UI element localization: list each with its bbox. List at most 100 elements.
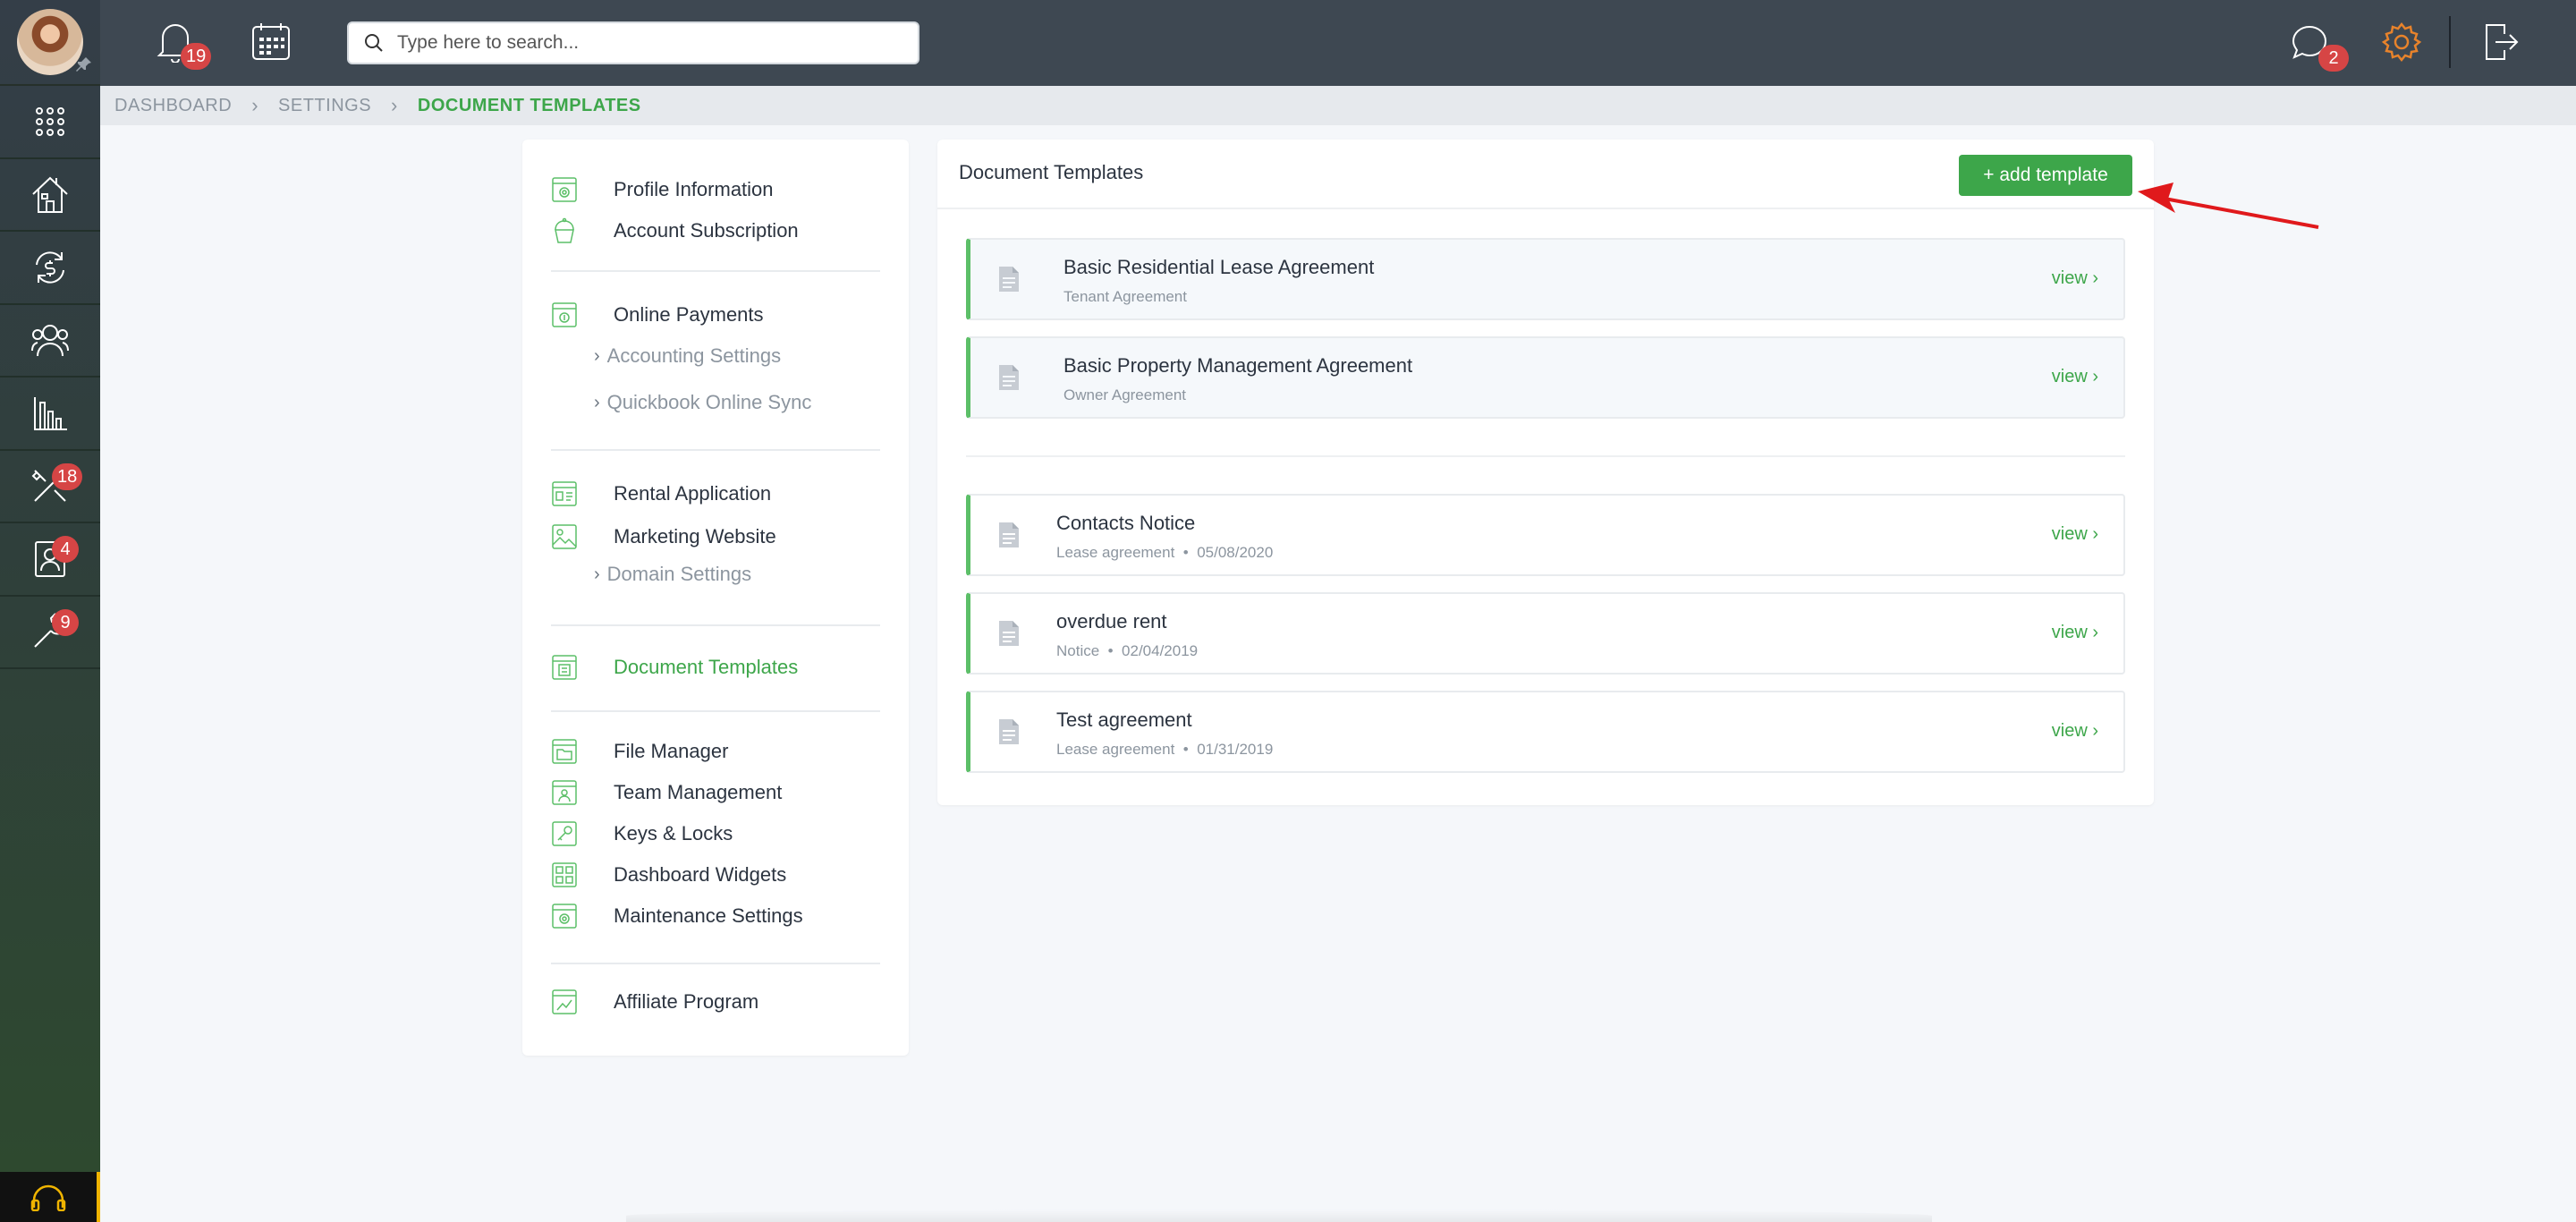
notifications-badge: 19	[181, 43, 212, 70]
affiliate-icon	[552, 989, 577, 1014]
view-link[interactable]: view ›	[2052, 367, 2098, 387]
panel-header: Document Templates + add template	[937, 140, 2154, 209]
chevron-right-icon: ›	[594, 345, 600, 366]
template-meta: Lease agreement • 05/08/2020	[1056, 544, 1274, 561]
rail-apps[interactable]	[0, 86, 100, 159]
profile-icon	[552, 177, 577, 202]
user-avatar-area[interactable]	[0, 0, 100, 86]
template-row[interactable]: Basic Residential Lease Agreement Tenant…	[966, 238, 2125, 320]
money-exchange-icon	[36, 251, 64, 284]
top-bar: 19 2	[100, 0, 2576, 86]
view-link[interactable]: view ›	[2052, 268, 2098, 289]
search-box[interactable]	[347, 21, 919, 64]
calendar-icon[interactable]	[250, 21, 292, 63]
nav-divider	[551, 449, 880, 451]
document-icon	[999, 267, 1019, 292]
nav-marketing-website[interactable]: Marketing Website	[551, 519, 776, 555]
nav-quickbook-online-sync[interactable]: › Quickbook Online Sync	[594, 386, 811, 419]
maintenance-count-badge: 18	[52, 462, 83, 490]
template-meta: Lease agreement • 01/31/2019	[1056, 741, 1274, 758]
gear-icon[interactable]	[2381, 21, 2422, 63]
breadcrumb: DASHBOARD › SETTINGS › DOCUMENT TEMPLATE…	[100, 86, 2576, 125]
logout-icon[interactable]	[2483, 21, 2519, 63]
template-row[interactable]: Basic Property Management Agreement Owne…	[966, 336, 2125, 419]
nav-divider	[551, 270, 880, 272]
avatar[interactable]	[17, 9, 83, 75]
view-link[interactable]: view ›	[2052, 721, 2098, 742]
search-input[interactable]	[397, 32, 898, 54]
nav-accounting-settings[interactable]: › Accounting Settings	[594, 340, 781, 372]
folder-icon	[552, 739, 577, 764]
document-icon	[999, 719, 1019, 744]
nav-profile-information[interactable]: Profile Information	[551, 172, 774, 208]
breadcrumb-settings[interactable]: SETTINGS	[278, 96, 371, 116]
annotation-arrow-icon	[2138, 182, 2319, 229]
search-icon	[365, 34, 383, 52]
tools-count-badge: 9	[52, 608, 79, 636]
chevron-right-icon: ›	[594, 392, 600, 412]
view-link[interactable]: view ›	[2052, 623, 2098, 643]
section-divider	[966, 455, 2125, 457]
chevron-right-icon: ›	[251, 94, 259, 116]
breadcrumb-dashboard[interactable]: DASHBOARD	[114, 96, 232, 116]
nav-online-payments[interactable]: Online Payments	[551, 297, 764, 333]
widgets-icon	[552, 862, 577, 887]
nav-dashboard-widgets[interactable]: Dashboard Widgets	[551, 857, 786, 893]
template-name: overdue rent	[1056, 610, 1167, 632]
nav-domain-settings[interactable]: › Domain Settings	[594, 558, 751, 590]
headset-icon	[30, 1184, 66, 1211]
template-name: Basic Residential Lease Agreement	[1063, 256, 1375, 278]
nav-keys-locks[interactable]: Keys & Locks	[551, 816, 733, 852]
nav-maintenance-settings[interactable]: Maintenance Settings	[551, 898, 803, 934]
template-row[interactable]: Test agreement Lease agreement • 01/31/2…	[966, 691, 2125, 773]
rail-payments[interactable]	[0, 232, 100, 305]
template-meta: Owner Agreement	[1063, 386, 1187, 403]
left-rail: 18 4 9	[0, 0, 100, 1222]
nav-rental-application[interactable]: Rental Application	[551, 476, 771, 512]
bar-chart-icon	[34, 396, 67, 430]
payments-icon	[552, 302, 577, 327]
rail-maintenance[interactable]: 18	[0, 451, 100, 523]
nav-team-management[interactable]: Team Management	[551, 775, 782, 810]
people-icon	[31, 325, 69, 357]
cupcake-icon	[555, 217, 574, 243]
topbar-divider	[2449, 16, 2451, 68]
nav-affiliate-program[interactable]: Affiliate Program	[551, 984, 758, 1020]
application-icon	[552, 481, 577, 506]
team-icon	[552, 780, 577, 805]
template-name: Contacts Notice	[1056, 512, 1196, 534]
template-meta: Notice • 02/04/2019	[1056, 642, 1199, 659]
chevron-right-icon: ›	[594, 564, 600, 584]
nav-divider	[551, 624, 880, 626]
view-link[interactable]: view ›	[2052, 524, 2098, 545]
document-icon	[999, 621, 1019, 646]
rail-reports[interactable]	[0, 378, 100, 451]
page-title: Document Templates	[959, 161, 1144, 183]
pin-icon[interactable]	[75, 55, 93, 73]
support-button[interactable]	[0, 1172, 100, 1222]
nav-divider	[551, 710, 880, 712]
template-row[interactable]: Contacts Notice Lease agreement • 05/08/…	[966, 494, 2125, 576]
building-icon	[32, 176, 68, 214]
document-icon	[999, 365, 1019, 390]
rail-tenants[interactable]: 4	[0, 523, 100, 597]
rail-properties[interactable]	[0, 159, 100, 232]
template-name: Test agreement	[1056, 709, 1192, 731]
chevron-right-icon: ›	[391, 94, 398, 116]
rail-contacts[interactable]	[0, 305, 100, 378]
rail-tools[interactable]: 9	[0, 597, 100, 669]
apps-grid-icon	[36, 106, 64, 136]
nav-divider	[551, 963, 880, 964]
document-icon	[999, 522, 1019, 547]
template-row[interactable]: overdue rent Notice • 02/04/2019 view ›	[966, 592, 2125, 675]
key-icon	[552, 821, 577, 846]
bottom-shadow	[626, 1209, 1932, 1222]
tenants-count-badge: 4	[52, 536, 79, 563]
nav-file-manager[interactable]: File Manager	[551, 734, 728, 769]
messages-badge: 2	[2318, 45, 2349, 72]
maintenance-settings-icon	[552, 904, 577, 929]
nav-document-templates[interactable]: Document Templates	[551, 649, 798, 685]
settings-nav: Profile Information Account Subscription…	[522, 140, 909, 1056]
nav-account-subscription[interactable]: Account Subscription	[551, 213, 799, 249]
add-template-button[interactable]: + add template	[1959, 155, 2132, 196]
